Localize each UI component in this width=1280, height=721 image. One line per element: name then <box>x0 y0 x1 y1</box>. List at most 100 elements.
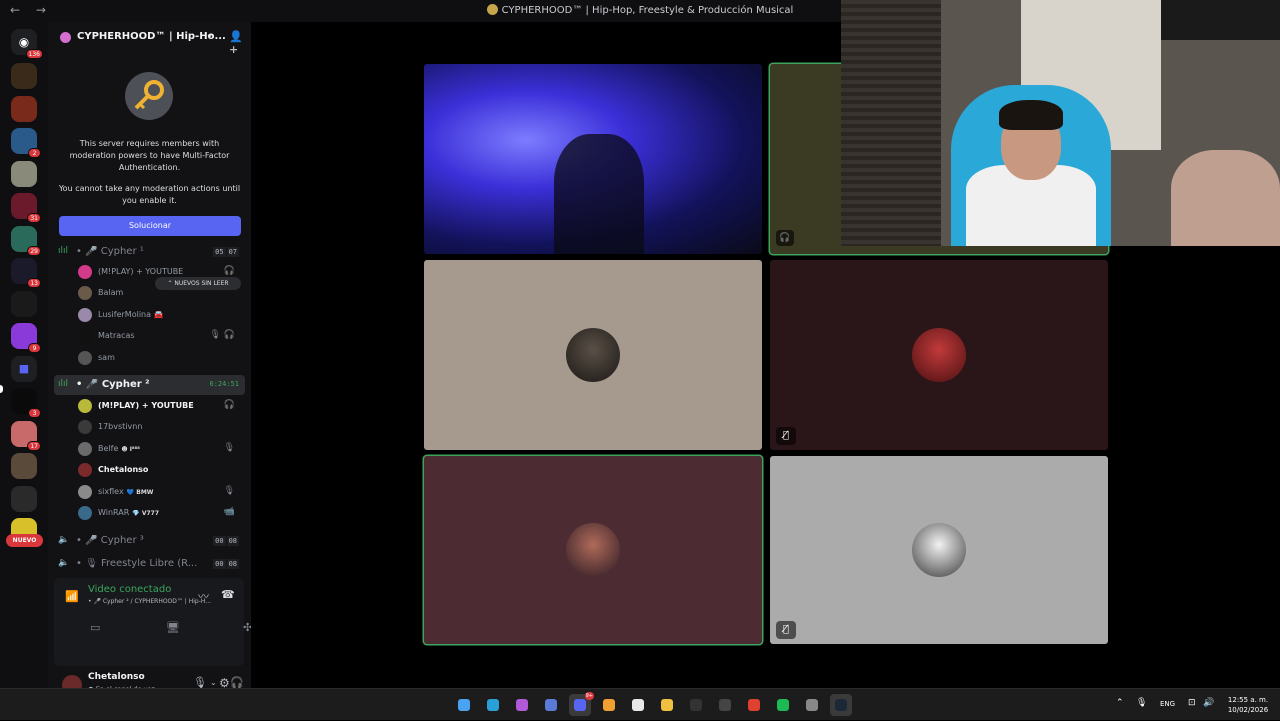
windows-start-glyph <box>458 699 470 711</box>
screen-share-icon[interactable]: 🖥 <box>166 621 180 634</box>
home-badge: 136 <box>25 49 43 59</box>
file-glyph <box>632 699 644 711</box>
member-status-icon: 🎙 <box>223 442 235 453</box>
server-icon-server-9[interactable]: 9 <box>11 323 41 353</box>
video-tile-user[interactable]: 🎙̸ <box>770 260 1108 450</box>
explorer-icon[interactable] <box>656 694 678 716</box>
server-icon-server-ch[interactable] <box>11 63 37 89</box>
voice-member[interactable]: Chetalonso <box>76 460 241 480</box>
voice-active-icon: ılıl <box>58 379 69 389</box>
member-name: sam <box>98 353 115 362</box>
mention-badge: 13 <box>27 278 41 288</box>
member-avatar <box>78 506 92 520</box>
speaker-icon: 🔈 <box>58 535 70 545</box>
home-discord-icon[interactable]: ◉ 136 <box>11 29 43 59</box>
member-name-text: (M!PLAY) + YOUTUBE <box>98 267 184 276</box>
member-avatar <box>78 265 92 279</box>
channel-cypher-1[interactable]: ılıl • 🎤 Cypher ¹ 05 07 <box>54 242 245 262</box>
member-status-icon: 🎙 <box>223 485 235 496</box>
voice-channel-link[interactable]: • 🎤 Cypher ² / CYPHERHOOD™ | Hip-H... <box>88 598 232 605</box>
member-name: Chetalonso <box>98 465 148 474</box>
chrome-icon[interactable] <box>743 694 765 716</box>
voice-member[interactable]: Belfe ☻ I⁸⁸⁸ 🎙 <box>76 439 241 459</box>
server-icon-server-2[interactable] <box>11 95 37 122</box>
channel-sidebar: CYPHERHOOD™ | Hip-Ho... ⌄ 👤+ This server… <box>48 22 257 696</box>
server-icon-server-11[interactable]: 3 <box>11 388 41 418</box>
webcam-overlay <box>841 0 1280 246</box>
member-name-text: LusiferMolina 🚘 <box>98 309 164 319</box>
channel-freestyle[interactable]: 🔈 • 🎙 Freestyle Libre (R... 00 08 <box>54 554 245 574</box>
settings-glyph <box>806 699 818 711</box>
voice-member[interactable]: WinRAR 💎 V777 📹 <box>76 503 241 523</box>
video-tile-user[interactable] <box>424 456 762 644</box>
obs-icon[interactable] <box>714 694 736 716</box>
member-avatar <box>78 399 92 413</box>
noise-suppression-icon[interactable]: 〰 <box>198 588 209 604</box>
app-window: ← → CYPHERHOOD™ | Hip-Hop, Freestyle & P… <box>0 0 1280 696</box>
member-name: sixflex 💙 BMW <box>98 487 153 496</box>
channel-cypher-3[interactable]: 🔈 • 🎤 Cypher ³ 00 08 <box>54 531 245 551</box>
voice-member[interactable]: (M!PLAY) + YOUTUBE 🎧 <box>76 262 241 282</box>
voice-member[interactable]: sixflex 💙 BMW 🎙 <box>76 482 241 502</box>
channel-cypher-2[interactable]: ılıl • 🎤 Cypher ² 6:24:51 <box>54 375 245 395</box>
dev-icon[interactable] <box>540 694 562 716</box>
microphone-icon[interactable]: 🎙 <box>1136 698 1147 708</box>
chevron-up-icon[interactable]: ⌃ <box>1116 698 1124 708</box>
settings-icon[interactable] <box>801 694 823 716</box>
camera-off-icon[interactable]: ▭ <box>90 621 100 634</box>
solucionar-button[interactable]: Solucionar <box>59 216 241 236</box>
discord-icon[interactable]: 9+ <box>569 692 594 716</box>
file-icon[interactable] <box>627 694 649 716</box>
steam-icon[interactable] <box>830 694 852 716</box>
voice-member[interactable]: LusiferMolina 🚘 <box>76 305 241 325</box>
windows-start-icon[interactable] <box>453 694 475 716</box>
member-name-text: Belfe <box>98 443 119 453</box>
edge-icon[interactable] <box>482 694 504 716</box>
member-name-text: sixflex <box>98 486 124 496</box>
voice-member[interactable]: 17bvstivnn <box>76 417 241 437</box>
notepad-icon[interactable] <box>685 694 707 716</box>
server-icon-server-8[interactable] <box>11 290 37 317</box>
nuevo-badge[interactable]: NUEVO <box>6 534 43 547</box>
server-icon-server-6[interactable]: 29 <box>11 225 41 256</box>
fl-studio-icon[interactable] <box>598 694 620 716</box>
server-icon-server-4[interactable] <box>11 160 37 187</box>
video-tile-stream[interactable] <box>424 64 762 254</box>
member-name: Balam <box>98 288 123 297</box>
voice-member[interactable]: Matracas 🎙 🎧 <box>76 326 241 346</box>
video-tile-user[interactable] <box>424 260 762 450</box>
server-icon-server-7[interactable]: 13 <box>11 258 41 288</box>
server-rail: ◉ 136 2 31 29 13 9 ■ 3 17 <box>0 22 48 688</box>
server-icon-server-14[interactable] <box>11 485 37 512</box>
voice-member[interactable]: (M!PLAY) + YOUTUBE 🎧 <box>76 396 241 416</box>
taskbar: 9+ ⌃ 🎙 ENG ⊡ 🔊 12:55 a. m. 10/02/2026 <box>0 688 1280 720</box>
server-icon-server-5[interactable]: 31 <box>11 193 41 223</box>
server-icon-folder[interactable]: ■ <box>11 355 37 382</box>
video-tile-user[interactable]: 🎙̸ <box>770 456 1108 644</box>
chevron-down-icon[interactable]: ⌄ <box>210 678 217 687</box>
signal-icon[interactable]: 📶 <box>65 590 79 603</box>
language-indicator[interactable]: ENG <box>1160 700 1175 708</box>
server-icon-server-3[interactable]: 2 <box>11 128 41 158</box>
user-avatar <box>912 523 966 577</box>
chevron-down-icon[interactable]: ⌄ <box>206 30 214 40</box>
network-icon[interactable]: ⊡ <box>1188 698 1196 708</box>
spotify-icon[interactable] <box>772 694 794 716</box>
server-icon-server-13[interactable] <box>11 453 37 479</box>
voice-member[interactable]: sam <box>76 348 241 368</box>
disconnect-icon[interactable]: ☎ <box>221 588 235 601</box>
spotify-glyph <box>777 699 789 711</box>
member-name-text: WinRAR <box>98 508 130 517</box>
user-avatar <box>566 328 620 382</box>
server-header[interactable]: CYPHERHOOD™ | Hip-Ho... ⌄ 👤+ <box>48 22 251 56</box>
user-name: Chetalonso <box>88 672 145 682</box>
server-picture <box>11 160 37 187</box>
server-icon-server-12[interactable]: 17 <box>11 420 41 451</box>
voice-member[interactable]: Balam <box>76 283 241 303</box>
volume-icon[interactable]: 🔊 <box>1203 698 1214 708</box>
member-name: Matracas <box>98 331 135 340</box>
clock[interactable]: 12:55 a. m. 10/02/2026 <box>1222 695 1274 715</box>
invite-icon[interactable]: 👤+ <box>229 30 251 56</box>
server-picture <box>11 290 37 317</box>
copilot-icon[interactable] <box>511 694 533 716</box>
